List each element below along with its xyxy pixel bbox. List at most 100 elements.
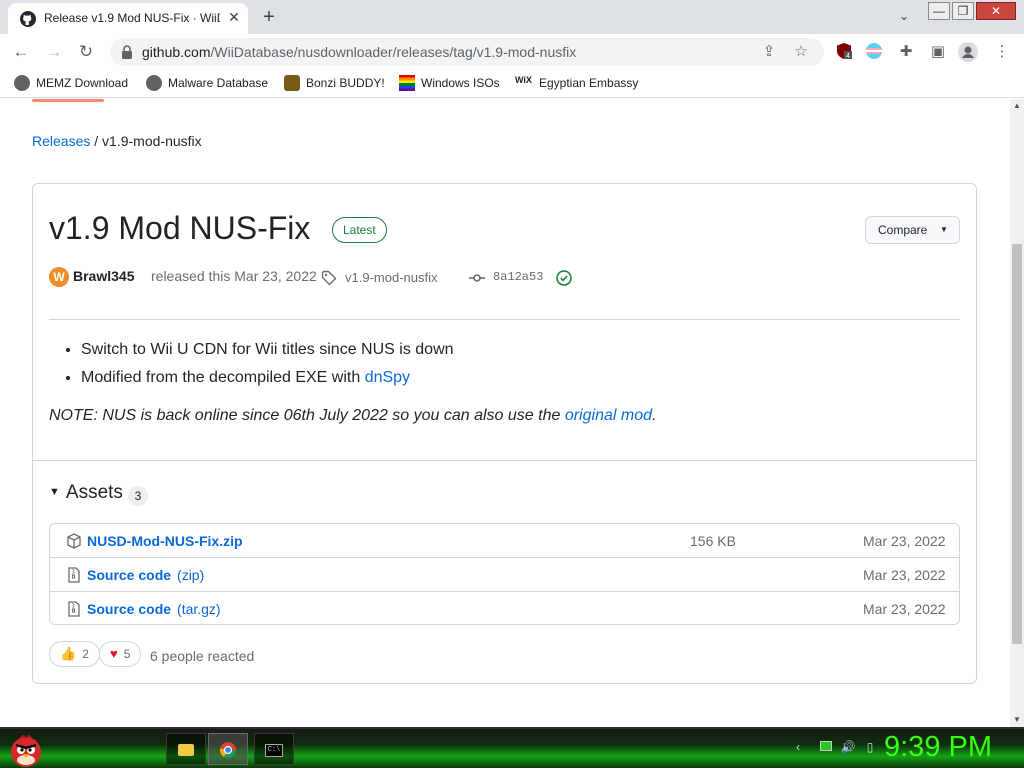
tray-network-icon[interactable]: ▯ — [862, 739, 878, 755]
globe-icon — [14, 75, 30, 91]
latest-badge: Latest — [332, 217, 387, 243]
taskbar-cmd-icon[interactable]: C:\ — [254, 733, 294, 765]
maximize-button[interactable]: ❐ — [952, 2, 974, 20]
tag-icon — [321, 270, 337, 286]
angry-bird-start-icon[interactable] — [6, 729, 46, 769]
note-item: Modified from the decompiled EXE with dn… — [81, 364, 949, 392]
tab-title: Release v1.9 Mod NUS-Fix · WiiDatabase — [44, 11, 220, 25]
file-zip-icon — [68, 601, 80, 617]
tab-strip: Release v1.9 Mod NUS-Fix · WiiDatabase ✕… — [0, 0, 1024, 34]
author-link[interactable]: Brawl345 — [73, 268, 134, 284]
taskbar-chrome-icon[interactable] — [208, 733, 248, 765]
asset-date: Mar 23, 2022 — [863, 567, 946, 583]
note-item: Switch to Wii U CDN for Wii titles since… — [81, 336, 949, 364]
bookmark-memz[interactable]: MEMZ Download — [14, 75, 128, 93]
thumbs-up-reaction[interactable]: 👍 2 — [49, 641, 100, 667]
heart-icon: ♥ — [110, 646, 118, 661]
ublock-extension-icon[interactable]: 4 — [834, 42, 854, 62]
commit-link[interactable]: 8a12a53 — [493, 270, 543, 284]
page-scrollbar[interactable]: ▲ ▼ — [1010, 99, 1024, 727]
note-paragraph: NOTE: NUS is back online since 06th July… — [49, 407, 657, 424]
divider — [33, 460, 976, 461]
asset-date: Mar 23, 2022 — [863, 533, 946, 549]
globe-icon — [146, 75, 162, 91]
release-title[interactable]: v1.9 Mod NUS-Fix — [49, 210, 310, 247]
bookmark-star-icon[interactable]: ☆ — [791, 42, 811, 62]
verified-check-icon[interactable] — [556, 270, 572, 286]
minimize-button[interactable]: — — [928, 2, 950, 20]
scroll-down-arrow-icon[interactable]: ▼ — [1013, 715, 1021, 724]
bonzi-icon — [284, 75, 300, 91]
triangle-down-icon: ▼ — [49, 486, 60, 498]
asset-date: Mar 23, 2022 — [863, 601, 946, 617]
lock-icon — [122, 45, 132, 59]
asset-size: 156 KB — [690, 533, 736, 549]
package-icon — [67, 533, 81, 549]
taskbar: C:\ ‹ 🔊 ▯ 9:39 PM — [0, 727, 1024, 768]
asset-row: Source code (tar.gz) Mar 23, 2022 — [50, 591, 959, 625]
author-avatar[interactable]: W — [49, 267, 69, 287]
scroll-up-arrow-icon[interactable]: ▲ — [1013, 101, 1021, 110]
release-meta: W Brawl345 released this Mar 23, 2022 v1… — [49, 266, 749, 288]
asset-row: Source code (zip) Mar 23, 2022 — [50, 557, 959, 591]
bookmark-bonzi-buddy[interactable]: Bonzi BUDDY! — [284, 75, 385, 93]
scrollbar-thumb[interactable] — [1012, 244, 1022, 644]
reaction-summary: 6 people reacted — [150, 648, 255, 664]
asset-link[interactable]: NUSD-Mod-NUS-Fix.zip — [87, 533, 243, 549]
bookmark-windows-isos[interactable]: Windows ISOs — [399, 75, 500, 93]
breadcrumb-separator: / — [94, 133, 99, 149]
pride-extension-icon[interactable] — [864, 42, 884, 62]
assets-toggle[interactable]: ▼ Assets — [49, 482, 123, 504]
reload-button[interactable]: ↻ — [74, 40, 98, 64]
bookmark-malware-database[interactable]: Malware Database — [146, 75, 268, 93]
back-button[interactable]: ← — [9, 40, 33, 64]
svg-text:4: 4 — [846, 53, 850, 60]
forward-button[interactable]: → — [42, 40, 66, 64]
profile-avatar-icon[interactable] — [958, 42, 978, 62]
tray-chevron-icon[interactable]: ‹ — [790, 739, 806, 755]
address-bar[interactable]: github.com/WiiDatabase/nusdownloader/rel… — [110, 38, 824, 66]
tab-release[interactable]: Release v1.9 Mod NUS-Fix · WiiDatabase ✕ — [8, 3, 248, 34]
new-tab-button[interactable]: + — [258, 7, 280, 29]
dnspy-link[interactable]: dnSpy — [365, 369, 410, 386]
bookmark-egyptian-embassy[interactable]: WiX Egyptian Embassy — [515, 75, 638, 93]
assets-count-badge: 3 — [128, 486, 148, 506]
browser-toolbar: ← → ↻ github.com/WiiDatabase/nusdownload… — [0, 34, 1024, 70]
side-panel-icon[interactable]: ▣ — [928, 42, 948, 62]
rainbow-flag-icon — [399, 75, 415, 91]
active-tab-underline — [32, 99, 104, 102]
url-text: github.com/WiiDatabase/nusdownloader/rel… — [142, 44, 577, 60]
tab-search-button[interactable]: ⌄ — [894, 6, 914, 26]
breadcrumb-releases-link[interactable]: Releases — [32, 133, 90, 149]
taskbar-explorer-icon[interactable] — [166, 733, 206, 765]
github-icon — [20, 11, 36, 27]
asset-link[interactable]: Source code (tar.gz) — [87, 601, 221, 617]
caret-down-icon: ▼ — [940, 225, 948, 234]
asset-link[interactable]: Source code (zip) — [87, 567, 204, 583]
release-card: v1.9 Mod NUS-Fix Latest Compare ▼ W Brawl… — [32, 183, 977, 684]
original-mod-link[interactable]: original mod — [565, 407, 652, 424]
share-icon[interactable]: ⇪ — [759, 42, 779, 62]
released-date: released this Mar 23, 2022 — [151, 268, 317, 284]
tray-volume-icon[interactable]: 🔊 — [840, 739, 856, 755]
assets-list: NUSD-Mod-NUS-Fix.zip 156 KB Mar 23, 2022… — [49, 523, 960, 625]
tray-battery-icon[interactable] — [818, 739, 834, 755]
bookmarks-bar: MEMZ Download Malware Database Bonzi BUD… — [0, 70, 1024, 98]
asset-row: NUSD-Mod-NUS-Fix.zip 156 KB Mar 23, 2022 — [50, 524, 959, 558]
compare-button[interactable]: Compare ▼ — [865, 216, 960, 244]
release-notes: Switch to Wii U CDN for Wii titles since… — [49, 336, 949, 428]
thumbs-up-icon: 👍 — [60, 646, 77, 661]
window-close-button[interactable]: ✕ — [976, 2, 1016, 20]
heart-reaction[interactable]: ♥ 5 — [99, 641, 142, 667]
file-zip-icon — [68, 567, 80, 583]
taskbar-clock[interactable]: 9:39 PM — [884, 731, 992, 764]
breadcrumb: Releases / v1.9-mod-nusfix — [32, 133, 202, 149]
tag-link[interactable]: v1.9-mod-nusfix — [345, 270, 437, 285]
breadcrumb-current: v1.9-mod-nusfix — [102, 133, 202, 149]
commit-icon — [469, 274, 485, 282]
page-content: Releases / v1.9-mod-nusfix v1.9 Mod NUS-… — [0, 99, 1010, 727]
tab-close-icon[interactable]: ✕ — [226, 9, 242, 25]
wix-icon: WiX — [515, 75, 532, 85]
extensions-puzzle-icon[interactable]: ✚ — [896, 42, 916, 62]
menu-kebab-icon[interactable]: ⋮ — [992, 42, 1012, 62]
